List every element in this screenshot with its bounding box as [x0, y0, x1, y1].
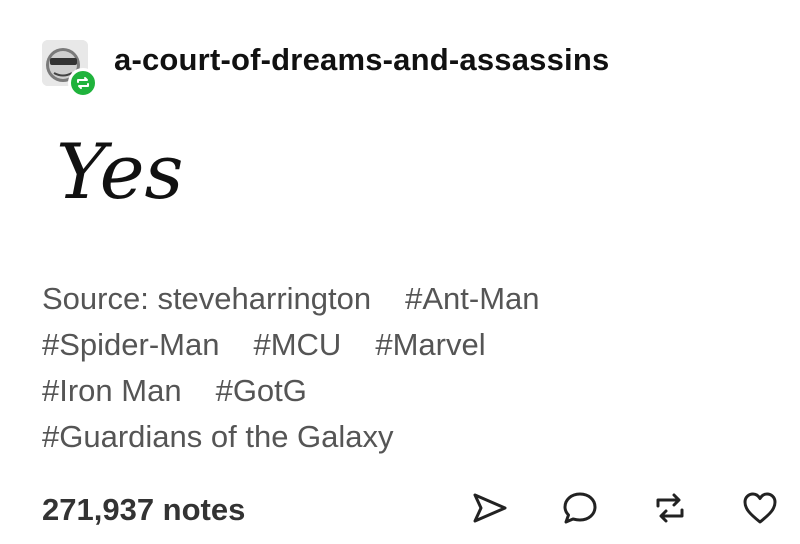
post: a-court-of-dreams-and-assassins Yes Sour…	[0, 0, 800, 544]
post-footer: 271,937 notes	[42, 486, 782, 536]
reply-button[interactable]	[558, 486, 602, 530]
source-link[interactable]: Source: steveharrington	[42, 281, 371, 316]
tag-line-1: Source: steveharrington #Ant-Man	[42, 276, 762, 322]
tag-line-2: #Spider-Man #MCU #Marvel	[42, 322, 762, 368]
like-button[interactable]	[738, 486, 782, 530]
share-button[interactable]	[468, 486, 512, 530]
tag-link[interactable]: #GotG	[216, 373, 307, 408]
tag-link[interactable]: #Marvel	[375, 327, 485, 362]
tags-block: Source: steveharrington #Ant-Man #Spider-…	[42, 276, 762, 460]
post-actions	[422, 486, 782, 530]
tag-link[interactable]: #MCU	[253, 327, 341, 362]
tag-link[interactable]: #Iron Man	[42, 373, 182, 408]
post-body-handwritten-text: Yes	[56, 127, 184, 216]
blog-name-link[interactable]: a-court-of-dreams-and-assassins	[114, 42, 609, 78]
post-body-text: Yes	[56, 127, 184, 216]
reblog-badge	[68, 68, 98, 98]
tag-link[interactable]: #Guardians of the Galaxy	[42, 419, 394, 454]
reblog-icon	[656, 493, 684, 523]
avatar-wrap[interactable]	[40, 34, 98, 98]
reblog-badge-icon	[77, 77, 89, 89]
paper-plane-icon	[473, 493, 507, 523]
reblog-button[interactable]	[648, 486, 692, 530]
tag-line-4: #Guardians of the Galaxy	[42, 414, 762, 460]
tag-link[interactable]: #Ant-Man	[405, 281, 539, 316]
speech-bubble-icon	[563, 492, 597, 524]
tag-link[interactable]: #Spider-Man	[42, 327, 219, 362]
notes-count[interactable]: 271,937 notes	[42, 492, 245, 528]
heart-icon	[743, 492, 777, 524]
post-header: a-court-of-dreams-and-assassins	[40, 34, 609, 98]
tag-line-3: #Iron Man #GotG	[42, 368, 762, 414]
